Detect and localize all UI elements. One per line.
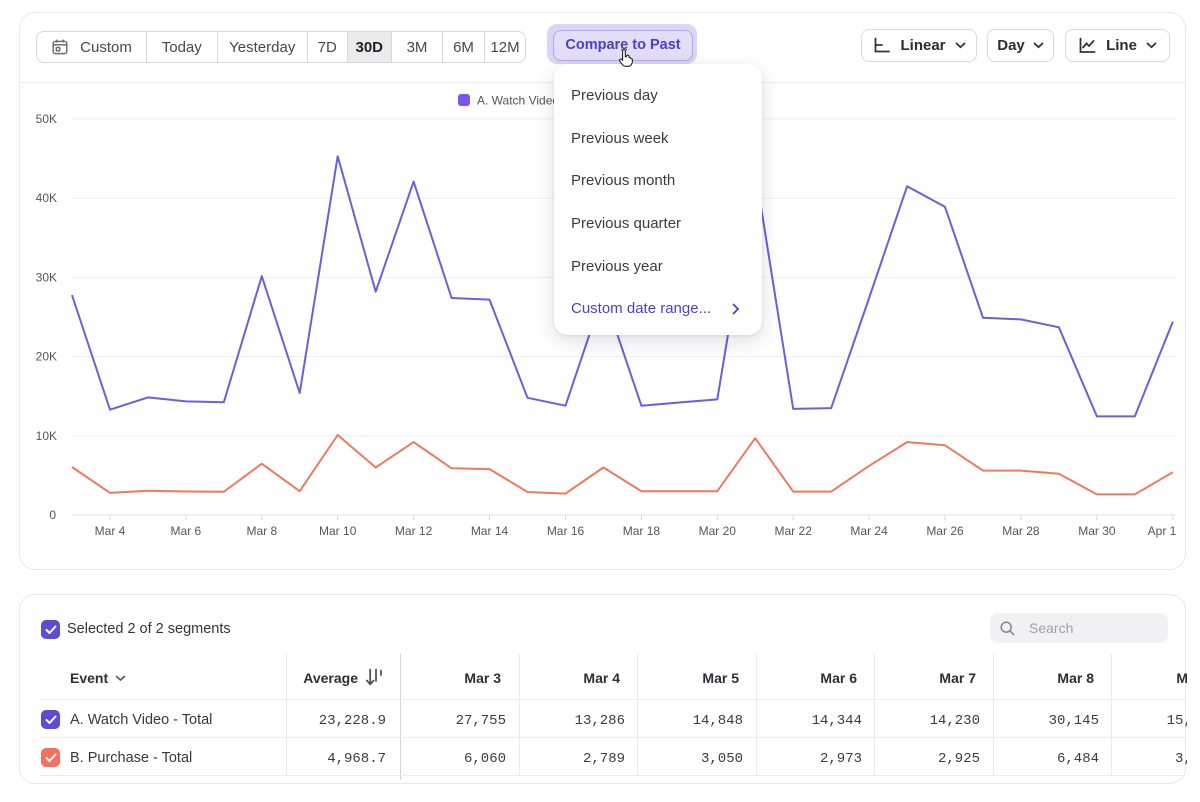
svg-text:10K: 10K <box>36 429 57 443</box>
svg-text:Mar 10: Mar 10 <box>319 524 357 538</box>
svg-text:Mar 22: Mar 22 <box>775 524 813 538</box>
svg-text:Mar 28: Mar 28 <box>1002 524 1040 538</box>
svg-text:30K: 30K <box>36 270 57 284</box>
svg-text:Mar 20: Mar 20 <box>699 524 737 538</box>
svg-text:Mar 30: Mar 30 <box>1078 524 1116 538</box>
svg-text:40K: 40K <box>36 191 57 205</box>
svg-text:Apr 1: Apr 1 <box>1148 524 1177 538</box>
svg-text:Mar 26: Mar 26 <box>926 524 964 538</box>
svg-text:Mar 6: Mar 6 <box>171 524 202 538</box>
svg-text:Mar 16: Mar 16 <box>547 524 585 538</box>
svg-text:Mar 18: Mar 18 <box>623 524 661 538</box>
svg-text:20K: 20K <box>36 350 57 364</box>
svg-text:Mar 4: Mar 4 <box>95 524 126 538</box>
svg-text:Mar 12: Mar 12 <box>395 524 433 538</box>
svg-text:Mar 14: Mar 14 <box>471 524 509 538</box>
svg-text:Mar 8: Mar 8 <box>246 524 277 538</box>
svg-text:50K: 50K <box>36 112 57 126</box>
svg-text:Mar 24: Mar 24 <box>850 524 888 538</box>
svg-text:0: 0 <box>49 508 56 522</box>
